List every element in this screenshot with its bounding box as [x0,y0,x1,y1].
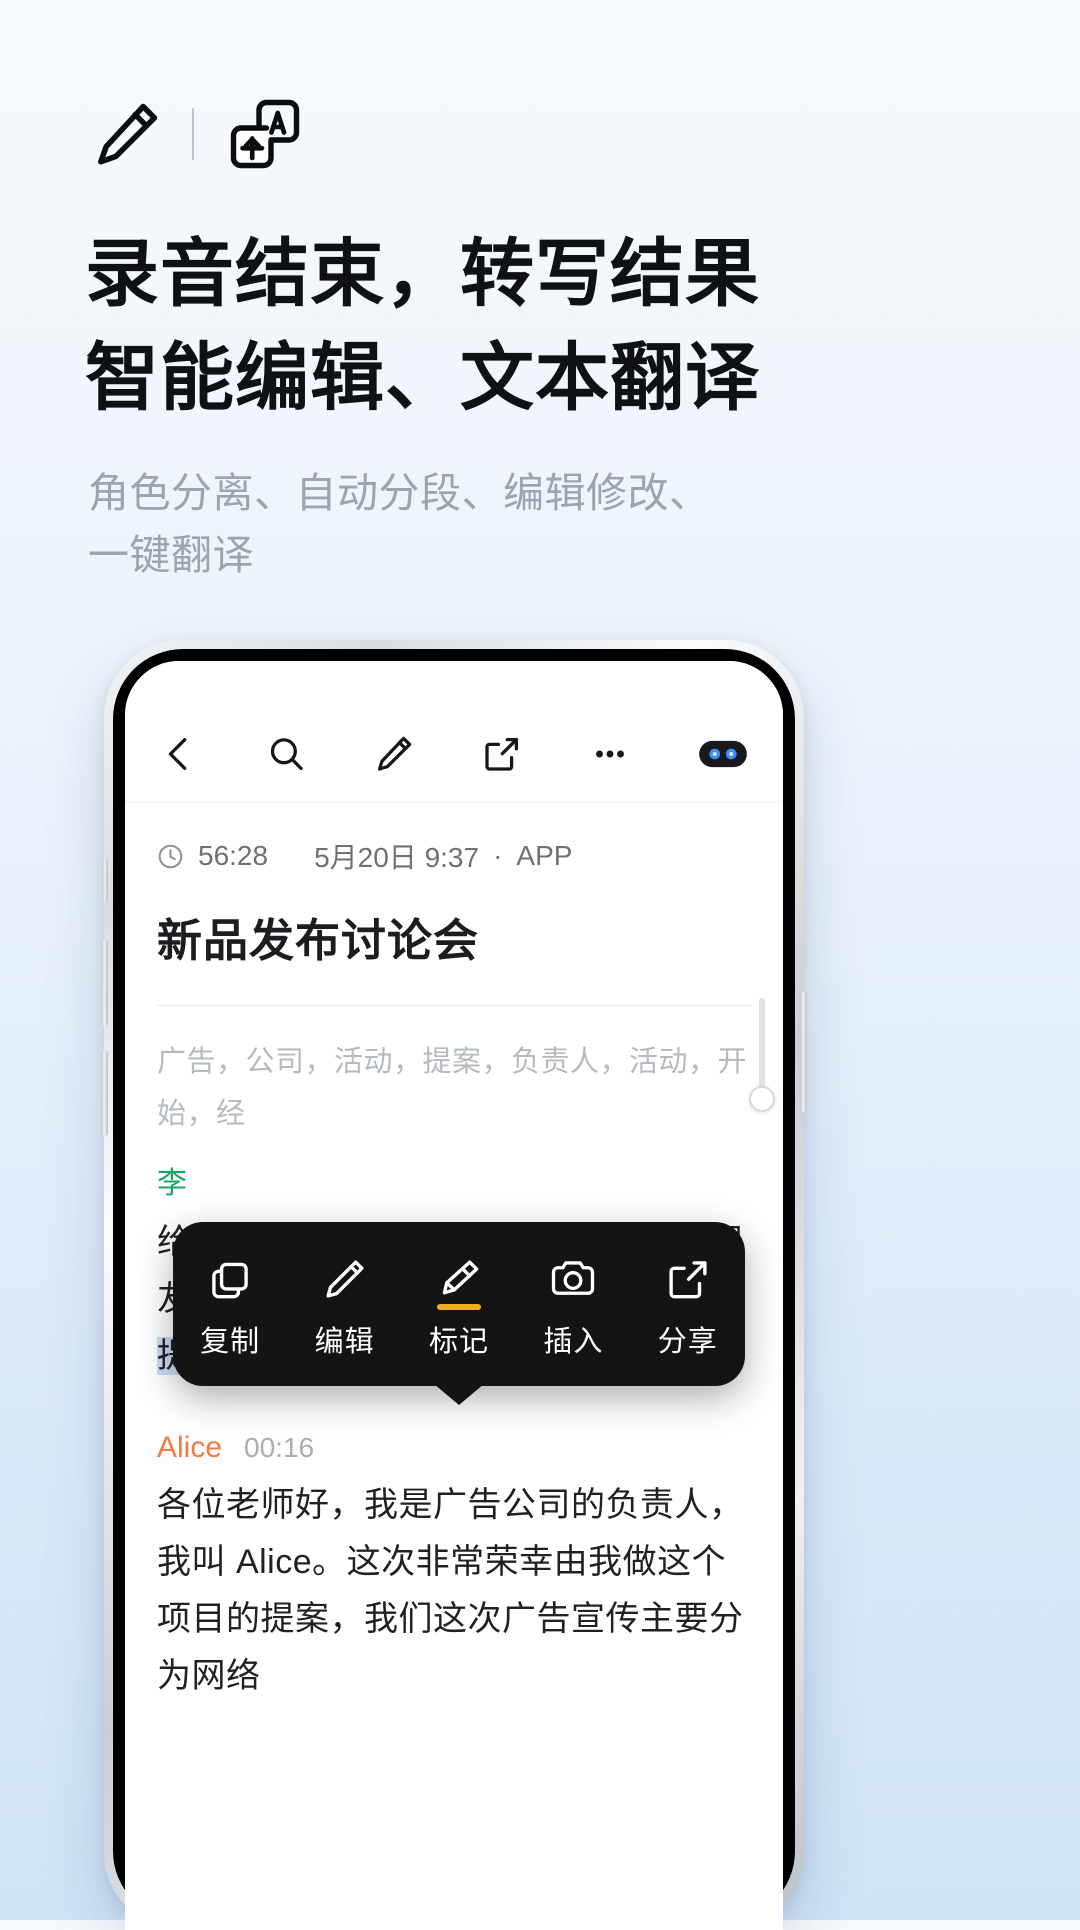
phone-volume-up-button [101,940,108,1026]
more-button[interactable] [589,723,631,785]
speaker-name: 李 [157,1167,187,1200]
page-subtitle-line2: 一键翻译 [88,532,254,578]
phone-volume-down-button [101,1050,108,1136]
mark-active-indicator [436,1304,481,1310]
page-title-line1: 录音结束，转写结果 [85,232,760,315]
meta-separator: · [493,840,503,871]
note-meta: 56:28 5月20日 9:37 · APP [157,802,751,876]
speaker-row-1: 李 [157,1158,751,1202]
hero-divider [192,108,194,160]
assistant-button[interactable] [697,723,749,785]
note-title: 新品发布讨论会 [157,915,480,966]
page-title-line2: 智能编辑、文本翻译 [85,336,760,419]
phone-power-button [800,992,807,1112]
context-menu-item-insert[interactable]: 插入 [525,1252,621,1360]
speaker-time: 00:16 [244,1432,315,1463]
back-button[interactable] [159,723,199,785]
camera-icon [549,1252,597,1302]
phone-mute-switch [102,858,108,902]
note-date: 5月20日 9:37 [314,842,480,873]
page-subtitle: 角色分离、自动分段、编辑修改、 一键翻译 [88,462,788,586]
hero-icon-row [88,95,304,173]
context-menu: 复制 编辑 标记 插入 分享 [173,1222,745,1405]
context-menu-label: 插入 [543,1326,604,1358]
speaker-row-2: Alice 00:16 [157,1431,751,1465]
pencil-icon [322,1252,368,1302]
context-menu-item-copy[interactable]: 复制 [182,1252,278,1360]
context-menu-arrow [434,1384,484,1405]
context-menu-label: 标记 [428,1326,489,1358]
scrollbar-track[interactable] [759,998,765,1094]
share-button[interactable] [481,723,523,785]
context-menu-item-edit[interactable]: 编辑 [297,1252,393,1360]
phone-mockup: 56:28 5月20日 9:37 · APP 新品发布讨论会 广告，公司，活动，… [101,640,807,1930]
transcript-paragraph-2[interactable]: 各位老师好，我是广告公司的负责人，我叫 Alice。这次非常荣幸由我做这个项目的… [157,1477,751,1705]
highlighter-icon [436,1252,482,1310]
note-source: APP [516,840,573,871]
app-toolbar [125,661,783,801]
context-menu-label: 编辑 [314,1326,375,1358]
translate-icon [226,95,304,173]
title-divider [157,1005,751,1006]
context-menu-item-mark[interactable]: 标记 [411,1252,507,1360]
phone-screen: 56:28 5月20日 9:37 · APP 新品发布讨论会 广告，公司，活动，… [125,661,783,1930]
edit-button[interactable] [373,723,415,785]
share-icon [665,1252,711,1302]
note-content: 56:28 5月20日 9:37 · APP 新品发布讨论会 广告，公司，活动，… [125,802,783,1930]
note-duration: 56:28 [198,840,269,871]
clock-icon [157,843,184,870]
pencil-icon [88,95,166,173]
context-menu-label: 分享 [657,1326,718,1358]
page-subtitle-line1: 角色分离、自动分段、编辑修改、 [88,470,711,516]
copy-icon [207,1252,253,1302]
scrollbar-thumb[interactable] [749,1086,775,1112]
note-tags[interactable]: 广告，公司，活动，提案，负责人，活动，开始，经 [157,1036,751,1140]
speaker-name: Alice [157,1431,223,1464]
context-menu-label: 复制 [200,1326,261,1358]
context-menu-item-share[interactable]: 分享 [640,1252,736,1360]
page-title: 录音结束，转写结果 智能编辑、文本翻译 [85,222,985,430]
search-button[interactable] [265,723,307,785]
